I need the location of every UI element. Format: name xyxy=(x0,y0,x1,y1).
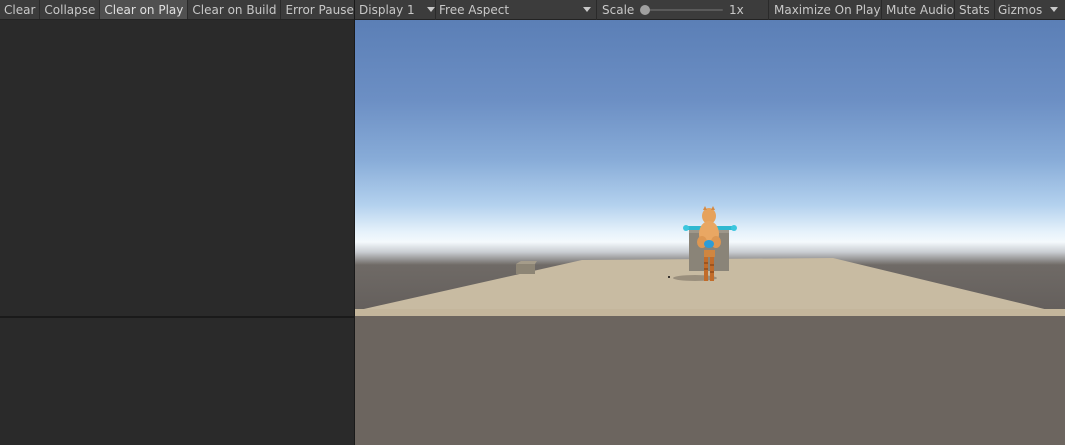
toolbar-divider xyxy=(954,0,955,20)
toolbar-divider xyxy=(994,0,995,20)
stats-toggle[interactable]: Stats xyxy=(959,0,990,20)
gizmos-dropdown[interactable]: Gizmos xyxy=(998,0,1062,20)
small-cube xyxy=(516,264,535,274)
display-dropdown-label: Display 1 xyxy=(359,3,415,17)
scale-label: Scale xyxy=(602,3,635,17)
clear-button[interactable]: Clear xyxy=(0,0,41,19)
mute-audio-toggle[interactable]: Mute Audio xyxy=(886,0,954,20)
game-viewport[interactable] xyxy=(355,20,1065,445)
small-cube-top xyxy=(516,261,537,264)
unity-editor: Clear Collapse Clear on Play Clear on Bu… xyxy=(0,0,1065,445)
console-detail-area[interactable] xyxy=(0,318,354,445)
chevron-down-icon xyxy=(583,7,591,12)
maximize-on-play-toggle[interactable]: Maximize On Play xyxy=(774,0,881,20)
collapse-toggle[interactable]: Collapse xyxy=(40,0,101,19)
console-log-list[interactable] xyxy=(0,20,354,316)
scale-value: 1x xyxy=(729,3,744,17)
scene-speck xyxy=(668,276,670,278)
console-panel: Clear Collapse Clear on Play Clear on Bu… xyxy=(0,0,354,445)
gizmos-label: Gizmos xyxy=(998,3,1043,17)
toolbar-divider xyxy=(596,0,597,20)
floor-plane-edge xyxy=(355,309,1065,316)
game-view-panel: Display 1 Free Aspect Scale 1x Maximize … xyxy=(355,0,1065,445)
display-dropdown[interactable]: Display 1 xyxy=(359,0,439,20)
aspect-dropdown[interactable]: Free Aspect xyxy=(439,0,595,20)
clear-on-build-toggle[interactable]: Clear on Build xyxy=(188,0,282,19)
console-toolbar: Clear Collapse Clear on Play Clear on Bu… xyxy=(0,0,354,20)
toolbar-divider xyxy=(768,0,769,20)
error-pause-toggle[interactable]: Error Pause xyxy=(281,0,354,19)
clear-on-play-toggle[interactable]: Clear on Play xyxy=(100,0,189,19)
scene-render xyxy=(355,206,1065,316)
aspect-dropdown-label: Free Aspect xyxy=(439,3,510,17)
scale-slider-handle[interactable] xyxy=(640,5,650,15)
toolbar-divider xyxy=(881,0,882,20)
chevron-down-icon xyxy=(1050,7,1058,12)
toolbar-divider xyxy=(435,0,436,20)
scale-slider-track[interactable] xyxy=(645,9,723,11)
game-toolbar: Display 1 Free Aspect Scale 1x Maximize … xyxy=(355,0,1065,20)
chevron-down-icon xyxy=(427,7,435,12)
